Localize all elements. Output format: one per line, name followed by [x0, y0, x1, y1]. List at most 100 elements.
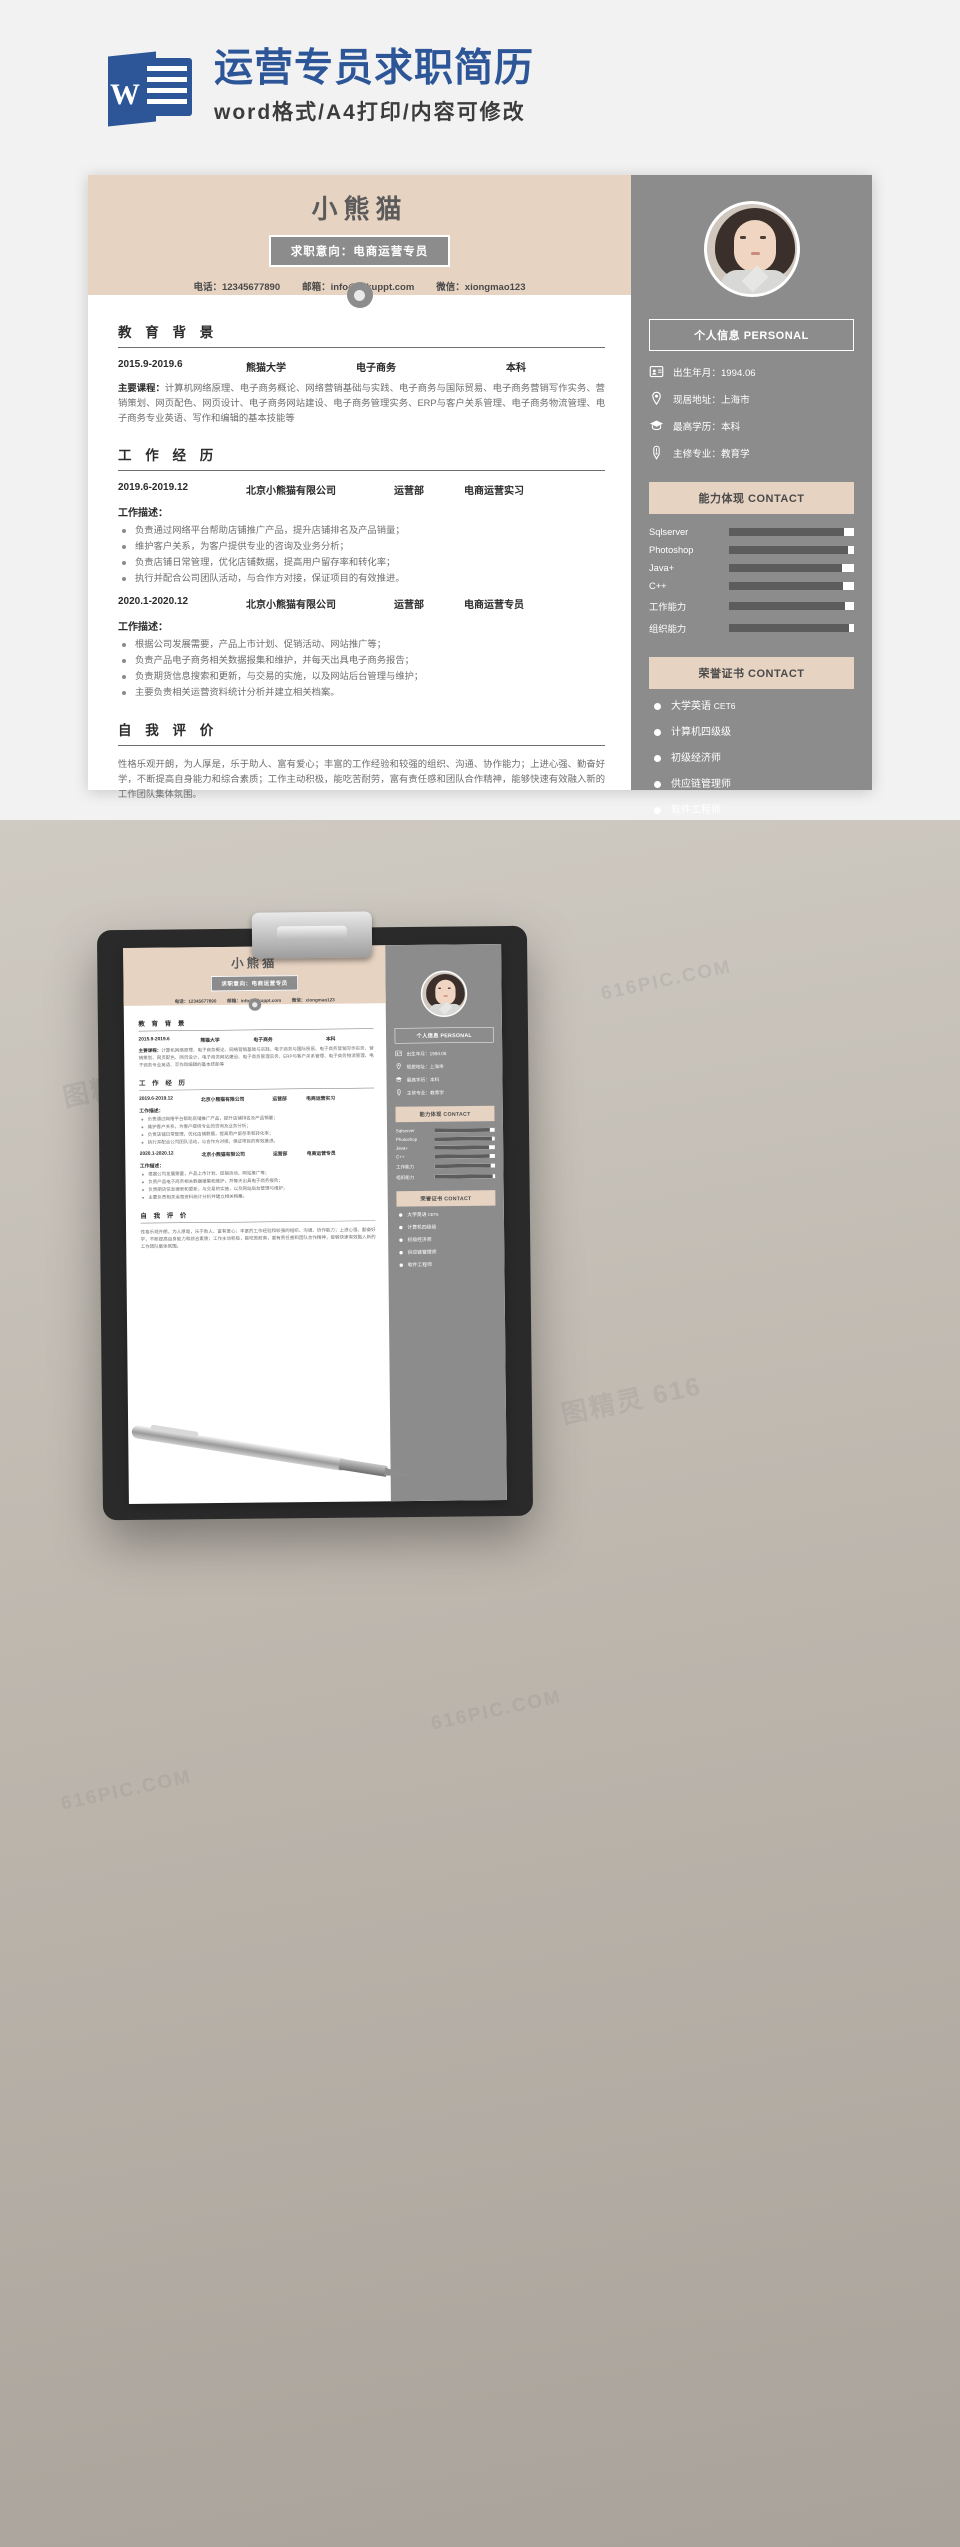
resume-stage: 图精灵 616PIC.COM 616PIC.COM 图精灵 616 616PIC…	[0, 175, 960, 820]
job-dept: 运营部	[394, 486, 424, 498]
list-item: 负责店铺日常管理，优化店铺数据，提高用户留存率和转化率；	[118, 555, 605, 571]
graduation-cap-icon	[649, 420, 664, 431]
personal-info-label: 现居地址：上海市	[673, 394, 750, 406]
personal-info-address: 现居地址：上海市	[649, 391, 854, 406]
list-item: 负责通过网络平台帮助店铺推广产品，提升店铺排名及产品销量；	[118, 523, 605, 539]
list-item: 大学英语 CET6	[649, 702, 854, 728]
page-title: 运营专员求职简历	[214, 47, 535, 91]
job-role: 电商运营实习	[464, 486, 524, 498]
job-row-copy: 2020.1-2020.12 北京小熊猫有限公司 运营部 电商运营专员	[140, 1149, 375, 1159]
education-degree: 本科	[506, 363, 526, 374]
skill-label: Sqlserver	[649, 527, 689, 537]
id-card-icon	[649, 365, 664, 378]
self-evaluation-text: 性格乐观开朗，为人厚是，乐于助人、富有爱心；丰富的工作经验和较强的组织、沟通、协…	[118, 759, 605, 800]
job-period-copy: 2019.6-2019.12	[139, 1095, 174, 1102]
job-dept-copy: 运营部	[272, 1096, 287, 1102]
id-card-icon	[395, 1050, 402, 1057]
list-item: 初级经济师	[649, 754, 854, 780]
location-pin-icon	[396, 1063, 401, 1070]
job-bullets-copy: 根据公司发展需要，产品上市计划、促销活动、网站推广等； 负责产品电子商务相关数据…	[140, 1168, 375, 1201]
education-major-copy: 电子商务	[253, 1037, 273, 1043]
skill-bar	[729, 624, 854, 632]
section-title-self-evaluation-copy: 自 我 评 价	[140, 1207, 376, 1224]
skill-row: 组织能力	[649, 621, 854, 635]
education-row-copy: 2015.9-2019.6 熊猫大学 电子商务 本科	[139, 1034, 374, 1044]
courses-text-copy: 计算机网络原理、电子商务概论、网络营销基础与实践、电子商务与国际贸易、电子商务营…	[138, 1045, 374, 1068]
self-evaluation-text-copy: 性格乐观开朗，为人厚是，乐于助人、富有爱心；丰富的工作经验和较强的组织、沟通、协…	[140, 1227, 376, 1250]
skill-bar	[729, 602, 854, 610]
resume-sidebar: 个人信息 PERSONAL 出生年月：1994.06 现居地址：上海市 最高学历…	[631, 175, 872, 816]
list-item: 供应链管理师	[397, 1250, 496, 1264]
skill-row-copy: C++	[396, 1153, 495, 1159]
job-desc-label: 工作描述：	[118, 508, 168, 520]
skill-row-copy: 组织能力	[396, 1173, 496, 1181]
skill-bar-copy	[434, 1136, 495, 1142]
job-desc-label-copy: 工作描述：	[139, 1163, 165, 1169]
personal-info-birth: 出生年月：1994.06	[649, 364, 854, 379]
word-logo-icon: W	[108, 50, 192, 127]
skill-label: 组织能力	[649, 624, 687, 634]
list-item: 主要负责相关运营资料统计分析并建立相关档案。	[140, 1192, 375, 1202]
skill-bar-copy	[434, 1174, 496, 1179]
skill-bar-copy	[434, 1153, 495, 1159]
personal-info-label: 最高学历：本科	[673, 421, 741, 433]
courses-label-copy: 主要课程：	[138, 1047, 162, 1054]
skill-label: 工作能力	[649, 602, 687, 612]
personal-info-major: 主修专业：教育学	[649, 445, 854, 460]
sidebar-heading-certificates-copy: 荣誉证书 CONTACT	[396, 1190, 496, 1207]
list-item: 供应链管理师	[649, 780, 854, 806]
resume-document: 小熊猫 求职意向：电商运营专员 电话：12345677890 邮箱：info@t…	[88, 175, 872, 816]
skill-bar-copy	[434, 1127, 495, 1133]
education-period: 2015.9-2019.6	[118, 359, 183, 370]
education-courses: 主要课程：计算机网络原理、电子商务概论、网络营销基础与实践、电子商务与国际贸易、…	[118, 381, 605, 426]
job-row: 2020.1-2020.12 北京小熊猫有限公司 运营部 电商运营专员	[118, 596, 605, 611]
personal-info-label-copy: 最高学历：本科	[406, 1077, 440, 1083]
sidebar-heading-skills: 能力体现 CONTACT	[649, 482, 854, 514]
skill-bar	[729, 528, 854, 536]
list-item: 执行并配合公司团队活动，与合作方对接，保证项目的有效推进。	[118, 571, 605, 587]
job-dept: 运营部	[394, 600, 424, 612]
skill-bar-fill	[729, 602, 846, 610]
list-item: 根据公司发展需要，产品上市计划、促销活动、网站推广等；	[118, 637, 605, 653]
job-company: 北京小熊猫有限公司	[246, 600, 336, 612]
personal-info-label: 出生年月：1994.06	[673, 367, 756, 379]
personal-info-label-copy: 现居地址：上海市	[406, 1064, 444, 1070]
skill-row-copy: Photoshop	[396, 1136, 495, 1142]
sidebar-heading-personal: 个人信息 PERSONAL	[649, 319, 854, 351]
job-company-copy: 北京小熊猫有限公司	[200, 1096, 245, 1103]
list-item: 维护客户关系，为客户提供专业的咨询及业务分析；	[118, 539, 605, 555]
skill-row: C++	[649, 581, 854, 591]
skill-label-copy: 工作能力	[396, 1164, 415, 1170]
skill-bar-fill	[729, 624, 849, 632]
page-header: W 运营专员求职简历 word格式/A4打印/内容可修改	[0, 0, 960, 175]
list-item: 大学英语 CET6	[397, 1212, 496, 1226]
job-objective-badge: 求职意向：电商运营专员	[268, 234, 451, 267]
skill-bar-fill	[729, 564, 842, 572]
job-dept-copy: 运营部	[272, 1151, 288, 1157]
location-pin-icon	[652, 391, 661, 406]
skill-bar-copy	[434, 1145, 495, 1150]
skill-label: C++	[649, 581, 667, 591]
personal-info-label: 主修专业：教育学	[673, 448, 750, 460]
job-objective-badge-copy: 求职意向：电商运营专员	[210, 974, 299, 992]
skill-row: Photoshop	[649, 545, 854, 555]
personal-info-address-copy: 现居地址：上海市	[395, 1062, 494, 1070]
contact-wechat: 微信：xiongmao123	[436, 281, 526, 293]
skill-label-copy: Java+	[395, 1145, 409, 1151]
certificate-list: 大学英语 CET6 计算机四级级 初级经济师 供应链管理师 软件工程师	[649, 702, 854, 832]
skill-label-copy: 组织能力	[396, 1175, 415, 1181]
list-item: 负责产品电子商务相关数据报集和维护，并每天出具电子商务报告；	[118, 653, 605, 669]
clipboard-scene: 图精灵 616PIC.COM 616PIC.COM 图精灵 616 616PIC…	[0, 820, 960, 2547]
list-item: 计算机四级级	[397, 1224, 496, 1238]
education-major: 电子商务	[356, 363, 396, 374]
skill-row-copy: Java+	[396, 1145, 495, 1151]
sidebar-heading-skills-copy: 能力体现 CONTACT	[395, 1105, 495, 1123]
job-desc-label: 工作描述：	[118, 622, 168, 634]
skill-row: Java+	[649, 563, 854, 573]
page-subtitle: word格式/A4打印/内容可修改	[214, 100, 526, 124]
skill-row-copy: Sqlserver	[396, 1127, 495, 1133]
candidate-name: 小熊猫	[311, 194, 408, 224]
contact-phone: 电话：12345677890	[193, 281, 281, 293]
job-company-copy: 北京小熊猫有限公司	[201, 1151, 245, 1158]
job-row-copy: 2019.6-2019.12 北京小熊猫有限公司 运营部 电商运营实习	[139, 1094, 374, 1104]
